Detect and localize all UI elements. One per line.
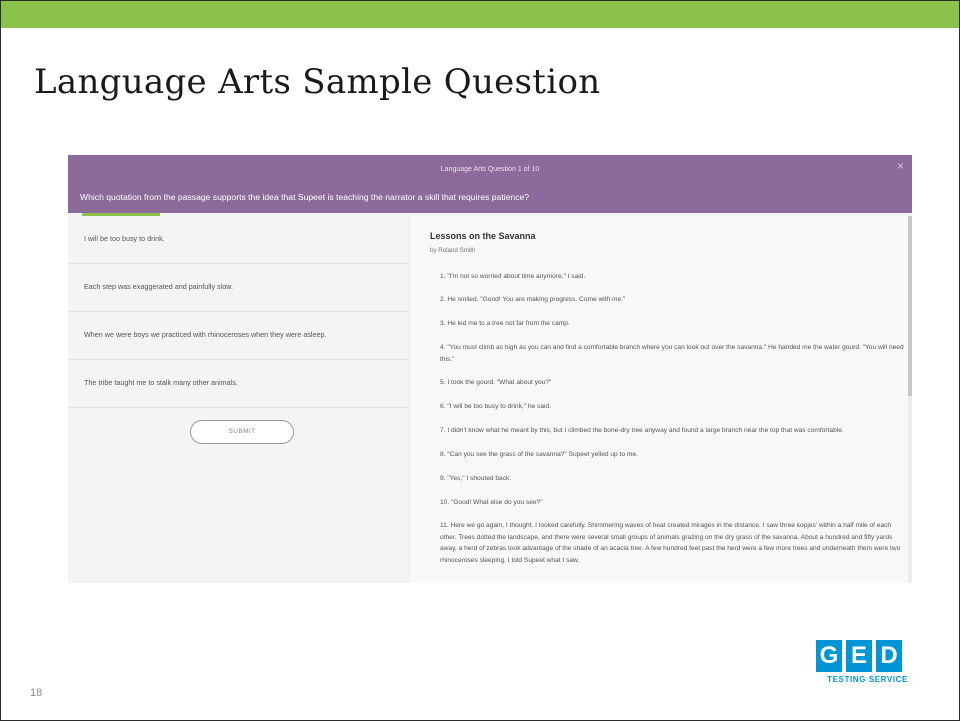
- passage-line: 11. Here we go again, I thought. I looke…: [440, 522, 901, 564]
- question-screenshot: Language Arts Question 1 of 10 Which quo…: [68, 155, 912, 583]
- answer-option[interactable]: Each step was exaggerated and painfully …: [68, 264, 408, 312]
- passage-line: 6. "I will be too busy to drink," he sai…: [440, 403, 551, 410]
- logo-letter: E: [846, 640, 872, 672]
- answer-label: Each step was exaggerated and painfully …: [84, 282, 234, 291]
- answer-list: I will be too busy to drink. Each step w…: [68, 216, 408, 583]
- answer-label: I will be too busy to drink.: [84, 234, 165, 243]
- passage-title: Lessons on the Savanna: [430, 231, 536, 241]
- answer-option[interactable]: The tribe taught me to stalk many other …: [68, 360, 408, 408]
- passage-line: 2. He smiled. "Good! You are making prog…: [440, 296, 626, 303]
- passage-line: 4. "You must climb as high as you can an…: [440, 344, 904, 363]
- passage-line: 10. "Good! What else do you see?": [440, 499, 543, 506]
- logo-letter: G: [816, 640, 842, 672]
- passage-line: 8. "Can you see the grass of the savanna…: [440, 451, 638, 458]
- logo-subtitle: TESTING SERVICE: [827, 675, 908, 684]
- answer-option[interactable]: When we were boys we practiced with rhin…: [68, 312, 408, 360]
- scrollbar-thumb[interactable]: [908, 216, 912, 396]
- question-counter: Language Arts Question 1 of 10: [440, 166, 540, 173]
- passage-panel: Lessons on the Savanna by Roland Smith 1…: [410, 216, 912, 583]
- passage-line: 7. I didn't know what he meant by this, …: [440, 427, 844, 434]
- accent-bar: [1, 1, 959, 28]
- question-header: Language Arts Question 1 of 10 Which quo…: [68, 155, 912, 213]
- close-icon[interactable]: ×: [897, 160, 904, 172]
- passage-line: 1. "I'm not so worried about time anymor…: [440, 273, 586, 280]
- passage-line: 5. I took the gourd. "What about you?": [440, 379, 552, 386]
- ged-logo: G E D TESTING SERVICE: [804, 638, 908, 690]
- logo-letters: G E D: [816, 638, 904, 674]
- logo-letter: D: [876, 640, 902, 672]
- passage-author: by Roland Smith: [430, 247, 476, 254]
- scrollbar[interactable]: [908, 216, 912, 583]
- passage-line: 9. "Yes," I shouted back.: [440, 475, 512, 482]
- passage-line: 3. He led me to a tree not far from the …: [440, 320, 570, 327]
- answer-option[interactable]: I will be too busy to drink.: [68, 216, 408, 264]
- question-prompt: Which quotation from the passage support…: [80, 192, 530, 202]
- submit-button[interactable]: SUBMIT: [190, 420, 294, 444]
- page-number: 18: [30, 687, 43, 699]
- answer-label: When we were boys we practiced with rhin…: [84, 330, 327, 339]
- slide-title: Language Arts Sample Question: [34, 62, 601, 102]
- answer-label: The tribe taught me to stalk many other …: [84, 378, 238, 387]
